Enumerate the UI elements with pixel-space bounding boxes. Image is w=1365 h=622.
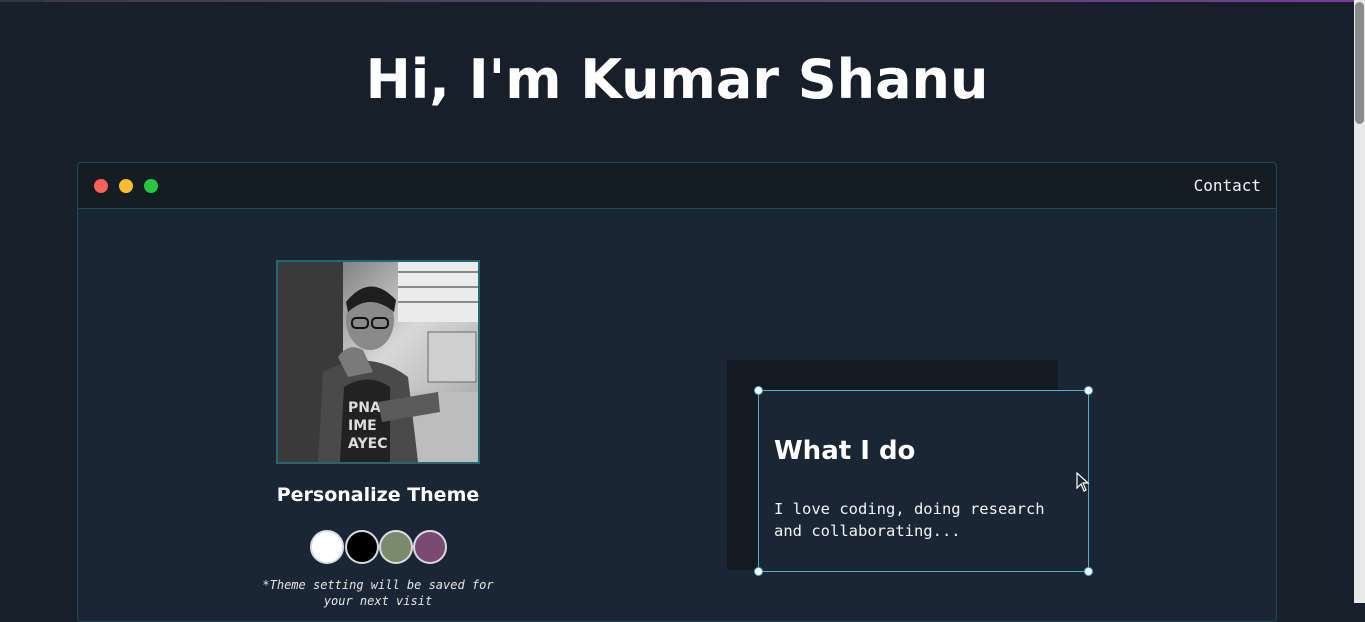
theme-swatch-purple[interactable] [413,530,447,564]
what-i-do-card[interactable]: What I do I love coding, doing research … [754,386,1093,576]
page-title: Hi, I'm Kumar Shanu [365,48,989,111]
resize-handle-bottom-left[interactable] [754,567,763,576]
personalize-theme-title: Personalize Theme [276,484,480,506]
theme-swatch-black[interactable] [345,530,379,564]
window-titlebar: Contact [78,163,1276,209]
svg-text:AYEC: AYEC [348,436,387,452]
top-accent-line-left [0,0,44,2]
maximize-dot-icon [144,179,158,193]
contact-link[interactable]: Contact [1194,176,1261,195]
close-dot-icon [94,179,108,193]
top-accent-line [0,0,1354,2]
mouse-cursor-icon [1076,472,1090,492]
svg-text:IME: IME [348,418,377,434]
resize-handle-top-right[interactable] [1084,386,1093,395]
avatar: PNA IME AYEC [276,260,480,464]
theme-note: *Theme setting will be saved for your ne… [262,578,494,608]
theme-swatch-green[interactable] [379,530,413,564]
card-title: What I do [774,436,916,466]
svg-text:PNA: PNA [348,400,381,416]
card-text: I love coding, doing research and collab… [774,500,1045,540]
resize-handle-bottom-right[interactable] [1084,567,1093,576]
page-scrollbar[interactable] [1354,0,1365,603]
portrait-photo-icon: PNA IME AYEC [278,262,478,462]
minimize-dot-icon [119,179,133,193]
terminal-window: Contact PNA IME AYEC Personalize Theme *… [77,162,1277,622]
resize-handle-top-left[interactable] [754,386,763,395]
scrollbar-thumb[interactable] [1355,2,1364,124]
theme-swatch-white[interactable] [310,530,344,564]
